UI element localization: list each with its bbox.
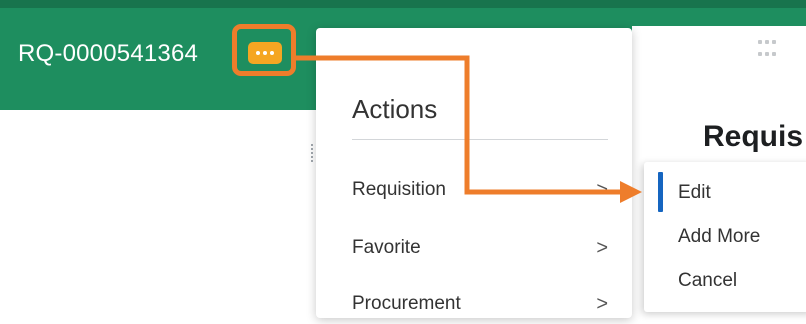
menu-item-label: Procurement bbox=[352, 293, 461, 314]
requisition-submenu: Edit Add More Cancel bbox=[644, 162, 806, 312]
menu-item-requisition[interactable]: Requisition > bbox=[352, 170, 614, 210]
menu-resize-handle bbox=[311, 144, 315, 162]
menu-item-procurement[interactable]: Procurement > bbox=[352, 284, 614, 324]
apps-grid-icon[interactable] bbox=[758, 40, 778, 60]
chevron-right-icon: > bbox=[596, 178, 608, 201]
actions-menu-divider bbox=[352, 139, 608, 140]
menu-item-label: Favorite bbox=[352, 237, 421, 258]
callout-highlight-box bbox=[232, 24, 296, 76]
header-top-strip bbox=[0, 0, 806, 8]
chevron-right-icon: > bbox=[596, 236, 608, 259]
submenu-item-edit[interactable]: Edit bbox=[678, 182, 711, 204]
submenu-item-add-more[interactable]: Add More bbox=[678, 226, 760, 248]
record-id-title: RQ-0000541364 bbox=[18, 40, 199, 67]
submenu-item-cancel[interactable]: Cancel bbox=[678, 270, 737, 292]
active-item-indicator bbox=[658, 172, 663, 212]
chevron-right-icon: > bbox=[596, 292, 608, 315]
actions-menu: Actions Requisition > Favorite > Procure… bbox=[316, 28, 632, 318]
menu-item-favorite[interactable]: Favorite > bbox=[352, 228, 614, 268]
menu-item-label: Requisition bbox=[352, 179, 446, 200]
actions-menu-title: Actions bbox=[352, 94, 438, 124]
page-heading: Requis bbox=[703, 120, 804, 153]
